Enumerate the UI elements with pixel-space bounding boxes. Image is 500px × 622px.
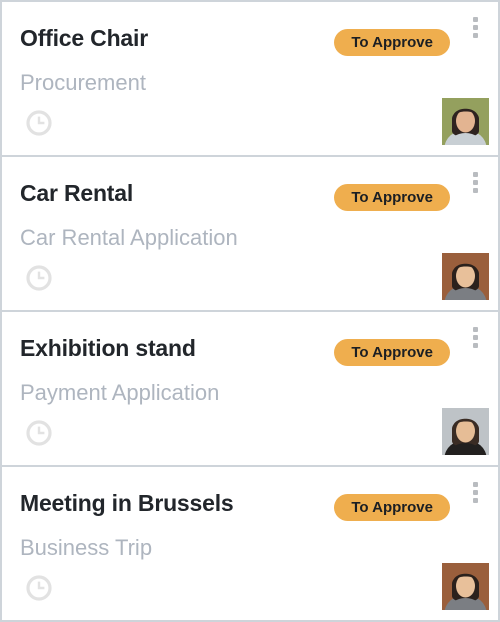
status-badge-to-approve[interactable]: To Approve xyxy=(334,339,450,366)
approval-card[interactable]: Meeting in Brussels To Approve Business … xyxy=(0,465,500,622)
card-title: Exhibition stand xyxy=(20,335,196,361)
approval-card[interactable]: Exhibition stand To Approve Payment Appl… xyxy=(0,310,500,465)
clock-icon xyxy=(26,265,52,291)
kebab-dot xyxy=(472,489,478,495)
kebab-dot xyxy=(472,187,478,193)
avatar[interactable] xyxy=(442,98,489,145)
card-subtitle: Business Trip xyxy=(20,535,153,560)
clock-icon xyxy=(26,110,52,136)
kebab-menu-icon[interactable] xyxy=(468,477,482,507)
kebab-dot xyxy=(472,24,478,30)
avatar[interactable] xyxy=(442,253,489,300)
status-badge-to-approve[interactable]: To Approve xyxy=(334,494,450,521)
kebab-dot xyxy=(472,326,478,332)
avatar[interactable] xyxy=(442,408,489,455)
kebab-dot xyxy=(472,16,478,22)
card-header: Office Chair To Approve xyxy=(2,2,498,58)
kebab-dot xyxy=(472,497,478,503)
approvals-list-page: Office Chair To Approve Procurement Car … xyxy=(0,0,500,622)
card-subtitle: Procurement xyxy=(20,70,146,95)
status-badge-to-approve[interactable]: To Approve xyxy=(334,29,450,56)
approval-card[interactable]: Office Chair To Approve Procurement xyxy=(0,0,500,155)
status-badge-to-approve[interactable]: To Approve xyxy=(334,184,450,211)
card-header: Exhibition stand To Approve xyxy=(2,312,498,368)
kebab-menu-icon[interactable] xyxy=(468,322,482,352)
clock-icon xyxy=(26,420,52,446)
card-title: Car Rental xyxy=(20,180,134,206)
kebab-menu-icon[interactable] xyxy=(468,12,482,42)
card-title: Meeting in Brussels xyxy=(20,490,234,516)
clock-icon xyxy=(26,575,52,601)
kebab-dot xyxy=(472,334,478,340)
avatar[interactable] xyxy=(442,563,489,610)
approval-card[interactable]: Car Rental To Approve Car Rental Applica… xyxy=(0,155,500,310)
kebab-dot xyxy=(472,171,478,177)
card-subtitle: Car Rental Application xyxy=(20,225,238,250)
kebab-dot xyxy=(472,32,478,38)
card-header: Car Rental To Approve xyxy=(2,157,498,213)
card-subtitle: Payment Application xyxy=(20,380,220,405)
kebab-dot xyxy=(472,342,478,348)
card-header: Meeting in Brussels To Approve xyxy=(2,467,498,523)
approval-card-list: Office Chair To Approve Procurement Car … xyxy=(0,0,500,622)
kebab-menu-icon[interactable] xyxy=(468,167,482,197)
card-title: Office Chair xyxy=(20,25,148,51)
kebab-dot xyxy=(472,481,478,487)
kebab-dot xyxy=(472,179,478,185)
